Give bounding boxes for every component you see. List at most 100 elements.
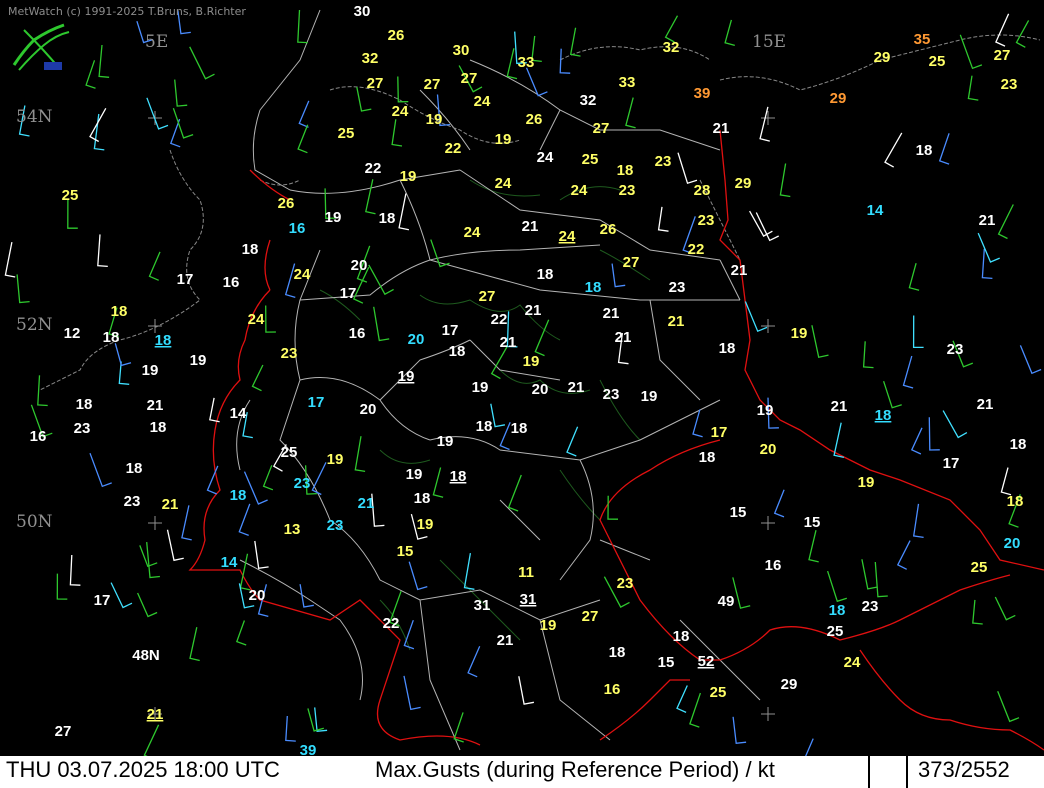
gust-value: 20 [351,257,368,274]
gust-value: 22 [445,140,462,157]
gust-value: 25 [582,151,599,168]
wind-barb-icon [354,436,366,473]
gust-value: 21 [497,632,514,649]
gust-value: 27 [367,75,384,92]
gust-value: 18 [414,490,431,507]
gust-value: 24 [392,103,409,120]
gust-value: 18 [76,396,93,413]
wind-barb-icon [884,132,903,168]
wind-barb-icon [463,552,475,590]
wind-barb-icon [928,417,940,451]
gust-value: 18 [585,279,602,296]
wind-barb-icon [959,34,983,70]
gust-value: 21 [525,302,542,319]
gust-value: 23 [327,517,344,534]
gust-value: 35 [914,31,931,48]
wind-barb-icon [732,716,747,745]
gust-value: 32 [580,92,597,109]
wind-barb-icon [677,152,698,185]
wind-barb-icon [467,646,481,678]
status-datetime: THU 03.07.2025 18:00 UTC [6,757,280,782]
gust-value: 13 [284,521,301,538]
wind-barb-icon [657,206,669,232]
wind-barb-icon [206,465,219,495]
gust-value: 24 [537,149,554,166]
gust-value: 23 [74,420,91,437]
wind-barb-icon [189,46,215,80]
gust-value: 19 [437,433,454,450]
gust-value: 18 [242,241,259,258]
gust-value: 39 [694,85,711,102]
wind-barb-icon [262,465,274,491]
gust-value: 21 [668,313,685,330]
wind-barb-icon [826,570,848,603]
wind-barb-icon [243,471,268,505]
wind-barb-icon [1019,345,1042,375]
gust-value: 19 [400,168,417,185]
wind-barb-icon [972,599,983,625]
gust-value: 11 [518,564,534,581]
wind-barb-icon [689,692,702,728]
gust-value: 23 [603,386,620,403]
gust-value: 23 [124,493,141,510]
gust-value: 17 [177,271,194,288]
gust-value: 20 [760,441,777,458]
gust-value: 18 [450,468,467,485]
gust-value: 23 [947,341,964,358]
gust-value: 19 [142,362,159,379]
gust-value: 17 [943,455,960,472]
wind-barb-icon [69,554,81,586]
gust-value: 23 [655,153,672,170]
wind-barb-icon [912,503,924,539]
wind-barb-icon [773,489,785,518]
wind-barb-icon [912,315,924,349]
wind-barb-icon [238,503,251,537]
wind-barb-icon [997,204,1014,240]
gust-value: 14 [230,405,247,422]
gust-value: 20 [408,331,425,348]
gust-value: 18 [699,449,716,466]
gust-value: 21 [713,120,730,137]
wind-barb-icon [297,124,309,154]
wind-barb-icon [166,529,184,562]
gust-value: 18 [155,332,172,349]
wind-barb-icon [98,44,110,78]
wind-barb-icon [403,619,415,650]
gust-value: 20 [360,401,377,418]
gust-value: 19 [327,451,344,468]
wind-barb-icon [432,467,444,498]
gust-value: 14 [867,202,884,219]
gust-value: 19 [791,325,808,342]
gust-value: 21 [358,495,375,512]
wind-barb-icon [311,462,327,496]
gust-value: 25 [971,559,988,576]
gust-value: 33 [619,74,636,91]
gust-value: 18 [829,602,846,619]
wind-barb-icon [137,592,158,618]
wind-barb-icon [254,540,269,570]
gust-value: 23 [862,598,879,615]
gust-value: 22 [365,160,382,177]
wind-barb-icon [299,584,314,608]
wind-barb-icon [298,100,310,128]
wind-barb-icon [977,232,1000,263]
gust-value: 31 [474,597,491,614]
wind-barb-icon [189,627,200,662]
gust-value: 25 [338,125,355,142]
gust-value: 21 [500,334,517,351]
gust-value: 17 [340,285,357,302]
wind-barb-icon [607,495,619,520]
wind-barb-icon [938,133,950,165]
wind-barb-icon [862,341,874,369]
gust-value: 18 [1007,493,1024,510]
gust-value: 23 [619,182,636,199]
wind-barb-icon [882,380,902,409]
wind-barb-icon [942,410,968,439]
gust-value: 21 [147,706,164,723]
gust-value: 25 [281,444,298,461]
wind-barb-icon [499,421,511,451]
wind-barb-icon [1015,20,1030,48]
status-bar: THU 03.07.2025 18:00 UTC Max.Gusts (duri… [0,756,1044,788]
wind-barb-icon [676,685,688,713]
gust-value: 49 [718,593,735,610]
